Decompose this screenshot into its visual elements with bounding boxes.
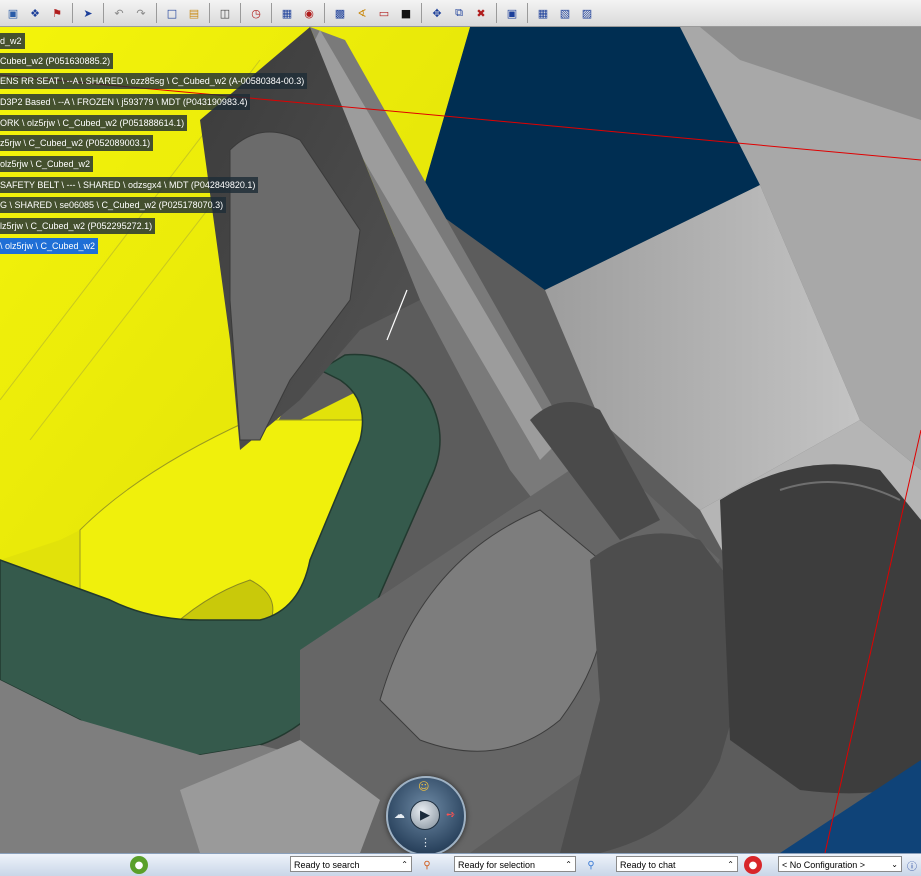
configuration-select[interactable]: < No Configuration > ⌄ (778, 856, 902, 872)
tree-label-selected[interactable]: \ olz5rjw \ C_Cubed_w2 (0, 238, 99, 254)
chevron-down-icon: ⌄ (891, 860, 898, 869)
undo-icon[interactable]: ↶ (110, 4, 128, 22)
tree-label[interactable]: ORK \ olz5rjw \ C_Cubed_w2 (P051888614.1… (0, 115, 188, 131)
stack-icon[interactable]: ▦ (278, 4, 296, 22)
toolbar-divider (421, 3, 422, 23)
status-bar: ● Ready to search ⌃ ⚲ Ready for selectio… (0, 853, 921, 876)
help-icon[interactable]: ⓘ (903, 856, 921, 874)
folder-icon[interactable]: ▤ (185, 4, 203, 22)
delete-icon[interactable]: ✖ (472, 4, 490, 22)
selection-status-field[interactable]: Ready for selection ⌃ (454, 856, 576, 872)
selection-status-text: Ready for selection (458, 860, 536, 870)
select-icon[interactable]: □ (163, 4, 181, 22)
search-status-field[interactable]: Ready to search ⌃ (290, 856, 412, 872)
top-toolbar: ▣ ❖ ⚑ ➤ ↶ ↷ □ ▤ ◫ ◷ ▦ ◉ ▩ ∢ ▭ ■ ✥ ⧉ ✖ ▣ … (0, 0, 921, 27)
play-icon[interactable]: ▶ (410, 800, 440, 830)
bin-icon[interactable]: ▣ (4, 4, 22, 22)
toolbar-divider (271, 3, 272, 23)
cloud-icon[interactable]: ☁ (394, 808, 405, 821)
pointer-icon[interactable]: ➤ (79, 4, 97, 22)
tree-label[interactable]: z5rjw \ C_Cubed_w2 (P052089003.1) (0, 135, 154, 151)
chat-icon[interactable]: ● (744, 856, 762, 874)
search-status-text: Ready to search (294, 860, 360, 870)
caret-up-icon: ⌃ (727, 860, 734, 869)
toolbar-divider (156, 3, 157, 23)
toolbar-divider (72, 3, 73, 23)
clock-icon[interactable]: ◷ (247, 4, 265, 22)
axis-icon[interactable]: ✥ (428, 4, 446, 22)
camera-icon[interactable]: ■ (397, 4, 415, 22)
toolbar-divider (240, 3, 241, 23)
tree-label[interactable]: olz5rjw \ C_Cubed_w2 (0, 156, 94, 172)
caret-up-icon: ⌃ (565, 860, 572, 869)
globe-icon[interactable]: ● (130, 856, 148, 874)
dark-roller (720, 464, 921, 794)
tree-label[interactable]: d_w2 (0, 33, 25, 49)
toolbar-divider (209, 3, 210, 23)
toolbar-divider (527, 3, 528, 23)
selection-tool-icon[interactable]: ⚲ (582, 856, 600, 874)
sheet-icon[interactable]: ▭ (375, 4, 393, 22)
redo-icon[interactable]: ↷ (132, 4, 150, 22)
tree-label[interactable]: SAFETY BELT \ --- \ SHARED \ odzsgx4 \ M… (0, 177, 259, 193)
tree-label[interactable]: Cubed_w2 (P051630885.2) (0, 53, 114, 69)
3d-viewport[interactable]: d_w2 Cubed_w2 (P051630885.2) ENS RR SEAT… (0, 27, 921, 853)
flag-icon[interactable]: ⚑ (48, 4, 66, 22)
tree-icon[interactable]: ❖ (26, 4, 44, 22)
chat-status-field[interactable]: Ready to chat ⌃ (616, 856, 738, 872)
chat-status-text: Ready to chat (620, 860, 676, 870)
tree-label[interactable]: D3P2 Based \ --A \ FROZEN \ j593779 \ MD… (0, 94, 251, 110)
search-tool-icon[interactable]: ⚲ (418, 856, 436, 874)
configuration-text: < No Configuration > (782, 860, 866, 870)
grid-third-icon[interactable]: ▨ (578, 4, 596, 22)
render-icon[interactable]: ◉ (300, 4, 318, 22)
split-icon[interactable]: ⧉ (450, 4, 468, 22)
toolbar-divider (103, 3, 104, 23)
grid-icon[interactable]: ▦ (534, 4, 552, 22)
window-icon[interactable]: ▣ (503, 4, 521, 22)
caret-up-icon: ⌃ (401, 860, 408, 869)
dots-icon: ⋮ (420, 836, 431, 849)
grid-alt-icon[interactable]: ▧ (556, 4, 574, 22)
navigation-compass[interactable]: ☺ ☁ ➺ ⋮ ▶ (386, 776, 466, 853)
tree-label[interactable]: G \ SHARED \ se06085 \ C_Cubed_w2 (P0251… (0, 197, 227, 213)
copy-icon[interactable]: ◫ (216, 4, 234, 22)
share-icon[interactable]: ➺ (446, 808, 455, 821)
toolbar-divider (496, 3, 497, 23)
view-icon[interactable]: ▩ (331, 4, 349, 22)
measure-icon[interactable]: ∢ (353, 4, 371, 22)
toolbar-divider (324, 3, 325, 23)
tree-label[interactable]: lz5rjw \ C_Cubed_w2 (P052295272.1) (0, 218, 156, 234)
tree-label[interactable]: ENS RR SEAT \ --A \ SHARED \ ozz85sg \ C… (0, 73, 308, 89)
people-icon[interactable]: ☺ (418, 780, 429, 793)
